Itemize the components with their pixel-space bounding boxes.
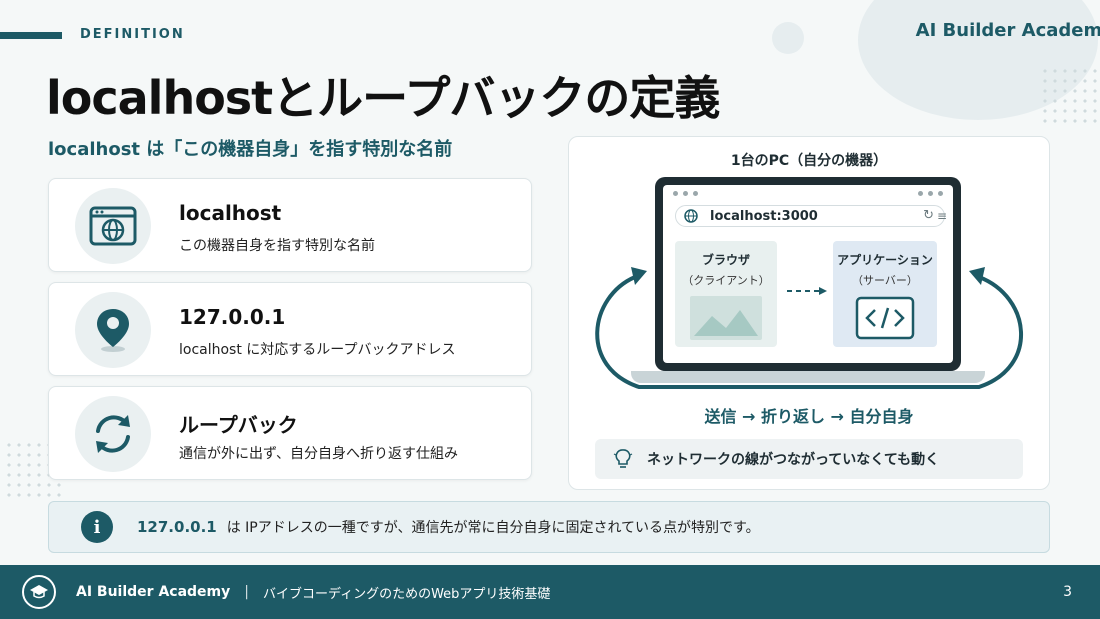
url-bar: localhost:3000 ↻ [675, 205, 945, 227]
footer-brand: AI Builder Academy [76, 584, 231, 600]
card-loopback: ループバック 通信が外に出ず、自分自身へ折り返す仕組み [48, 386, 532, 480]
application-box: アプリケーション （サーバー） [833, 241, 937, 347]
browser-title: ブラウザ [701, 253, 750, 267]
code-icon [855, 296, 915, 340]
card-title: 127.0.0.1 [179, 305, 286, 329]
lightbulb-icon [613, 449, 633, 468]
footer-separator: | [244, 584, 249, 600]
flow-text: 送信 → 折り返し → 自分自身 [704, 407, 914, 426]
card-localhost: localhost この機器自身を指す特別な名前 [48, 178, 532, 272]
note-text: ネットワークの線がつながっていなくても動く [647, 452, 940, 468]
footer: AI Builder Academy | バイブコーディングのためのWebアプリ… [0, 565, 1100, 619]
card-description: 通信が外に出ず、自分自身へ折り返す仕組み [179, 446, 459, 462]
location-pin-icon [75, 292, 151, 368]
diagram-note: ネットワークの線がつながっていなくても動く [595, 439, 1023, 479]
decorative-circle [772, 22, 804, 54]
footer-course: バイブコーディングのためのWebアプリ技術基礎 [262, 586, 551, 602]
laptop-screen: localhost:3000 ↻ ≡ ブラウザ （クライアント） アプリケーショ… [655, 177, 961, 371]
card-title: ループバック [179, 413, 298, 437]
sync-arrows-icon [75, 396, 151, 472]
card-title: localhost [179, 201, 282, 225]
page-subtitle: localhost は「この機器自身」を指す特別な名前 [48, 139, 453, 160]
window-dots [673, 191, 698, 196]
page-number: 3 [1063, 584, 1072, 600]
decorative-dots [1040, 66, 1100, 126]
window-controls [918, 191, 943, 196]
menu-icon: ≡ [936, 209, 947, 223]
card-description: この機器自身を指す特別な名前 [179, 238, 375, 254]
globe-icon [684, 209, 698, 223]
loopback-diagram: 1台のPC（自分の機器） localhost:3000 ↻ ≡ ブラウザ （クラ… [568, 136, 1050, 490]
laptop-base [631, 371, 985, 383]
app-title: アプリケーション [837, 253, 933, 267]
info-key: 127.0.0.1 [137, 518, 217, 536]
info-callout: i 127.0.0.1 は IPアドレスの一種ですが、通信先が常に自分自身に固定… [48, 501, 1050, 553]
browser-subtitle: （クライアント） [682, 274, 770, 287]
browser-window: localhost:3000 ↻ ≡ ブラウザ （クライアント） アプリケーショ… [663, 185, 953, 363]
card-loopback-address: 127.0.0.1 localhost に対応するループバックアドレス [48, 282, 532, 376]
url-text: localhost:3000 [710, 208, 818, 224]
section-accent-bar [0, 32, 62, 39]
dashed-arrow [787, 285, 827, 300]
image-placeholder-icon [690, 296, 762, 340]
card-description: localhost に対応するループバックアドレス [179, 342, 456, 358]
graduation-cap-icon [22, 575, 56, 609]
info-text: は IPアドレスの一種ですが、通信先が常に自分自身に固定されている点が特別です。 [226, 520, 760, 536]
browser-box: ブラウザ （クライアント） [675, 241, 777, 347]
section-label: DEFINITION [80, 27, 185, 42]
app-subtitle: （サーバー） [852, 274, 918, 287]
browser-globe-icon [75, 188, 151, 264]
info-icon: i [81, 511, 113, 543]
brand-name: AI Builder Academy [915, 20, 1100, 41]
reload-icon: ↻ [923, 208, 934, 223]
page-title: localhostとループバックの定義 [46, 71, 720, 125]
